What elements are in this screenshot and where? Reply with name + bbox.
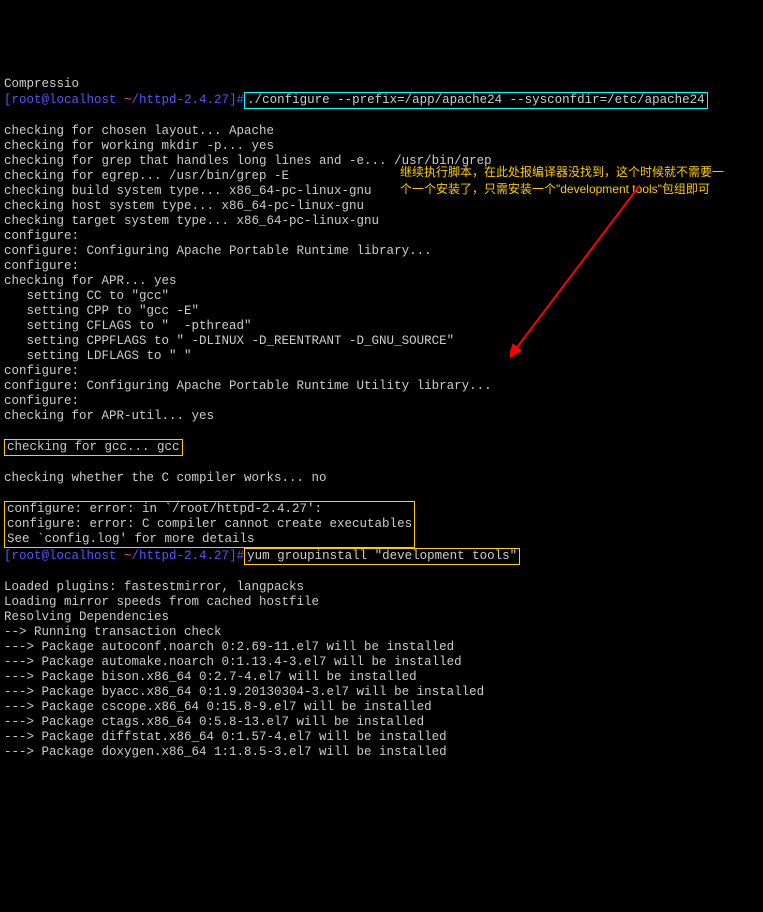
output-line: checking for APR-util... yes [4, 409, 759, 424]
prompt-user: [root@localhost [4, 93, 124, 107]
output-line: setting CC to "gcc" [4, 289, 759, 304]
output-line: Loading mirror speeds from cached hostfi… [4, 595, 759, 610]
annotation-text: 继续执行脚本，在此处报编译器没找到，这个时候就不需要一个一个安装了，只需安装一个… [400, 164, 730, 198]
compiler-works-line: checking whether the C compiler works...… [4, 471, 759, 486]
prompt-hash: # [237, 93, 245, 107]
output-line: ---> Package ctags.x86_64 0:5.8-13.el7 w… [4, 715, 759, 730]
output-line: configure: [4, 394, 759, 409]
output-line: configure: [4, 229, 759, 244]
output-line: checking for chosen layout... Apache [4, 124, 759, 139]
yum-command[interactable]: yum groupinstall "development tools" [244, 548, 520, 565]
cutoff-text: Compressio [4, 77, 79, 91]
output-line: setting LDFLAGS to " " [4, 349, 759, 364]
output-line: configure: Configuring Apache Portable R… [4, 379, 759, 394]
prompt-tilde: ~ [124, 93, 132, 107]
prompt-path: /httpd-2.4.27] [132, 549, 237, 563]
prompt-line-1: [root@localhost ~/httpd-2.4.27]#./config… [4, 92, 759, 109]
prompt-path: /httpd-2.4.27] [132, 93, 237, 107]
prompt-line-2: [root@localhost ~/httpd-2.4.27]#yum grou… [4, 548, 759, 565]
output-line: ---> Package automake.noarch 0:1.13.4-3.… [4, 655, 759, 670]
prompt-hash: # [237, 549, 245, 563]
output-line: checking host system type... x86_64-pc-l… [4, 199, 759, 214]
output-line: Resolving Dependencies [4, 610, 759, 625]
output-line: configure: [4, 364, 759, 379]
output-line: Loaded plugins: fastestmirror, langpacks [4, 580, 759, 595]
output-line: setting CPP to "gcc -E" [4, 304, 759, 319]
output-line: configure: [4, 259, 759, 274]
output-line: --> Running transaction check [4, 625, 759, 640]
output-line: ---> Package autoconf.noarch 0:2.69-11.e… [4, 640, 759, 655]
error-block: configure: error: in `/root/httpd-2.4.27… [4, 501, 415, 548]
output-line: checking target system type... x86_64-pc… [4, 214, 759, 229]
output-line: ---> Package cscope.x86_64 0:15.8-9.el7 … [4, 700, 759, 715]
output-line: checking for working mkdir -p... yes [4, 139, 759, 154]
prompt-user: [root@localhost [4, 549, 124, 563]
output-line: setting CFLAGS to " -pthread" [4, 319, 759, 334]
prompt-tilde: ~ [124, 549, 132, 563]
output-line: See `config.log' for more details [7, 532, 412, 547]
output-line: ---> Package byacc.x86_64 0:1.9.20130304… [4, 685, 759, 700]
output-line: ---> Package bison.x86_64 0:2.7-4.el7 wi… [4, 670, 759, 685]
output-line: configure: error: in `/root/httpd-2.4.27… [7, 502, 412, 517]
output-line: ---> Package diffstat.x86_64 0:1.57-4.el… [4, 730, 759, 745]
gcc-check-line: checking for gcc... gcc [4, 439, 183, 456]
output-line: configure: Configuring Apache Portable R… [4, 244, 759, 259]
output-line: checking for APR... yes [4, 274, 759, 289]
output-line: setting CPPFLAGS to " -DLINUX -D_REENTRA… [4, 334, 759, 349]
output-line: configure: error: C compiler cannot crea… [7, 517, 412, 532]
output-line: ---> Package doxygen.x86_64 1:1.8.5-3.el… [4, 745, 759, 760]
configure-command[interactable]: ./configure --prefix=/app/apache24 --sys… [244, 92, 708, 109]
